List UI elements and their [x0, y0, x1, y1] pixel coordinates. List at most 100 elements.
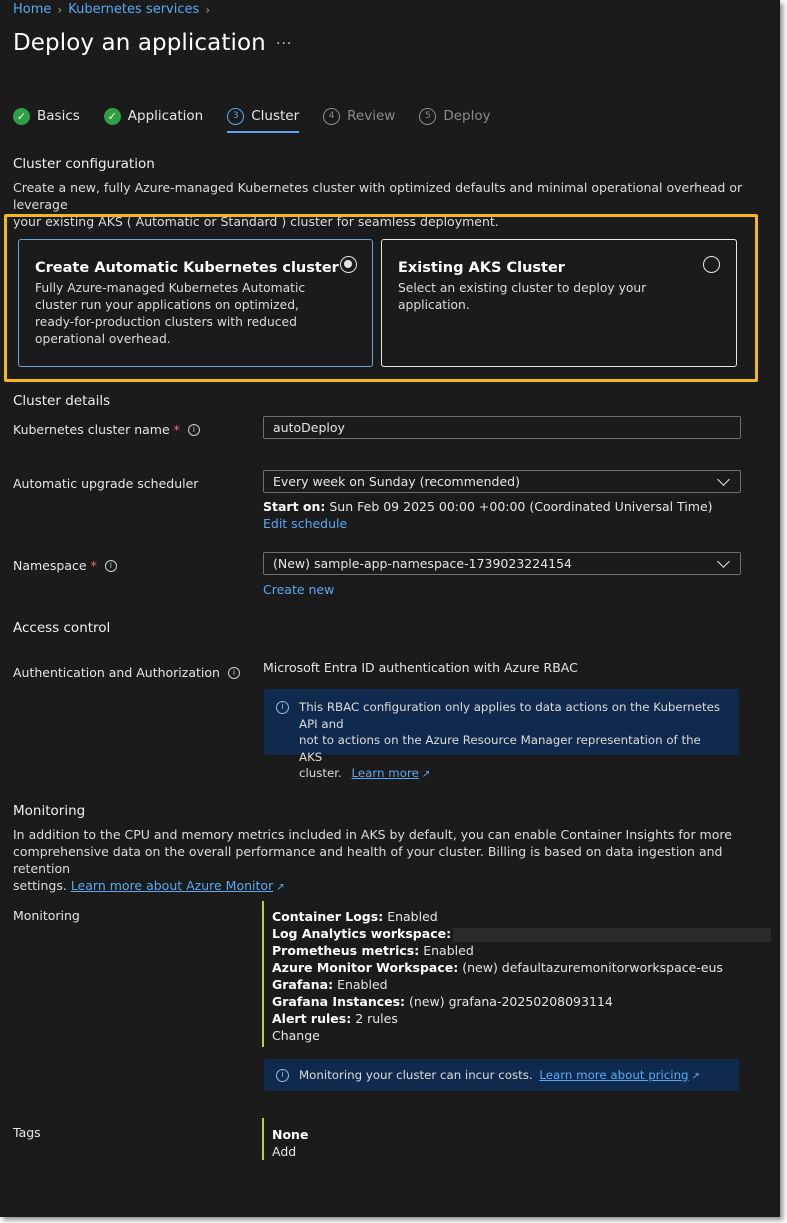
step-number-icon: 5 — [419, 107, 437, 125]
grafana-line: Grafana: Enabled — [272, 976, 771, 993]
step-number-icon: 4 — [323, 107, 341, 125]
more-options-button[interactable]: ··· — [276, 36, 292, 52]
input-value: autoDeploy — [273, 420, 345, 435]
description-line: In addition to the CPU and memory metric… — [13, 827, 732, 842]
upgrade-scheduler-label: Automatic upgrade scheduler — [13, 476, 199, 491]
key: Container Logs: — [272, 909, 384, 924]
info-line: This RBAC configuration only applies to … — [299, 700, 721, 731]
key: Grafana Instances: — [272, 994, 406, 1009]
monitoring-label: Monitoring — [13, 908, 80, 923]
info-text: This RBAC configuration only applies to … — [299, 699, 727, 780]
step-label: Cluster — [251, 108, 300, 124]
add-tags-link[interactable]: Add — [272, 1143, 308, 1160]
monitoring-heading: Monitoring — [13, 803, 86, 819]
tab-review[interactable]: 4 Review — [323, 105, 395, 127]
tab-deploy[interactable]: 5 Deploy — [419, 105, 491, 127]
radio-selected-icon[interactable] — [340, 256, 357, 273]
checkmark-icon: ✓ — [103, 107, 121, 125]
cluster-name-label: Kubernetes cluster name * i — [13, 422, 200, 437]
access-control-heading: Access control — [13, 620, 111, 636]
learn-more-pricing-link[interactable]: Learn more about pricing — [539, 1068, 688, 1082]
card-title: Existing AKS Cluster — [398, 260, 565, 276]
description-line: comprehensive data on the overall perfor… — [13, 844, 723, 876]
start-on-text: Start on: Sun Feb 09 2025 00:00 +00:00 (… — [263, 499, 713, 514]
monitoring-description: In addition to the CPU and memory metric… — [13, 826, 773, 896]
info-icon[interactable]: i — [227, 666, 240, 679]
breadcrumb-home[interactable]: Home — [13, 2, 51, 17]
info-icon[interactable]: i — [187, 423, 200, 436]
cluster-name-input[interactable]: autoDeploy — [263, 416, 741, 439]
chevron-down-icon — [717, 554, 730, 568]
existing-aks-cluster-card[interactable]: Existing AKS Cluster Select an existing … — [381, 239, 737, 367]
start-on-label: Start on: — [263, 499, 326, 514]
edit-schedule-link[interactable]: Edit schedule — [263, 516, 347, 531]
external-link-icon: ↗ — [276, 882, 285, 893]
card-description: Select an existing cluster to deploy you… — [398, 281, 647, 312]
tab-basics[interactable]: ✓ Basics — [13, 105, 80, 127]
info-text: Monitoring your cluster can incur costs.… — [299, 1067, 700, 1083]
step-number-icon: 3 — [227, 107, 245, 125]
namespace-select[interactable]: (New) sample-app-namespace-1739023224154 — [263, 552, 741, 575]
required-marker: * — [173, 422, 180, 437]
card-description: Fully Azure-managed Kubernetes Automatic… — [35, 281, 306, 346]
key: Alert rules: — [272, 1011, 352, 1026]
chevron-right-icon: › — [205, 2, 211, 17]
chevron-down-icon — [717, 472, 730, 486]
create-automatic-cluster-card[interactable]: Create Automatic Kubernetes cluster Full… — [18, 239, 373, 367]
external-link-icon: ↗ — [421, 769, 431, 780]
info-icon: i — [276, 701, 289, 714]
tags-label: Tags — [13, 1125, 41, 1140]
upgrade-scheduler-select[interactable]: Every week on Sunday (recommended) — [263, 470, 741, 493]
azure-monitor-workspace-line: Azure Monitor Workspace: (new) defaultaz… — [272, 959, 771, 976]
select-value: Every week on Sunday (recommended) — [273, 474, 520, 489]
external-link-icon: ↗ — [691, 1071, 700, 1082]
info-icon[interactable]: i — [104, 559, 117, 572]
card-title: Create Automatic Kubernetes cluster — [35, 260, 339, 276]
info-line: not to actions on the Azure Resource Man… — [299, 733, 701, 764]
auth-value: Microsoft Entra ID authentication with A… — [263, 660, 578, 675]
learn-more-link[interactable]: Learn more — [352, 766, 419, 780]
value: Enabled — [337, 977, 388, 992]
value: (new) defaultazuremonitorworkspace-eus — [462, 960, 723, 975]
key: Azure Monitor Workspace: — [272, 960, 459, 975]
key: Prometheus metrics: — [272, 943, 420, 958]
description-text: settings. — [13, 878, 67, 893]
tab-application[interactable]: ✓ Application — [103, 105, 204, 127]
info-line-text: cluster. — [299, 766, 342, 780]
redacted-value — [453, 927, 772, 942]
info-line-text: Monitoring your cluster can incur costs. — [299, 1068, 533, 1082]
label-text: Namespace — [13, 558, 87, 573]
cluster-details-heading: Cluster details — [13, 393, 111, 409]
step-label: Application — [127, 108, 204, 124]
description-line: Create a new, fully Azure-managed Kubern… — [13, 180, 743, 212]
radio-unselected-icon[interactable] — [703, 256, 720, 273]
learn-more-azure-monitor-link[interactable]: Learn more about Azure Monitor — [71, 878, 273, 893]
tab-cluster[interactable]: 3 Cluster — [227, 105, 300, 133]
checkmark-icon: ✓ — [13, 107, 30, 125]
tags-value: None — [272, 1126, 308, 1143]
chevron-right-icon: › — [57, 2, 63, 17]
monitoring-summary: Container Logs: Enabled Log Analytics wo… — [262, 901, 772, 1047]
tags-summary: None Add — [262, 1118, 308, 1160]
create-new-namespace-link[interactable]: Create new — [263, 582, 334, 597]
log-analytics-line: Log Analytics workspace: — [272, 925, 772, 942]
container-logs-line: Container Logs: Enabled — [272, 908, 771, 925]
breadcrumb-kubernetes-services[interactable]: Kubernetes services — [68, 2, 199, 17]
rbac-info-box: i This RBAC configuration only applies t… — [264, 689, 739, 780]
step-label: Deploy — [443, 108, 491, 124]
page-title: Deploy an application — [13, 30, 266, 56]
wizard-steps: ✓ Basics ✓ Application 3 Cluster 4 Revie… — [13, 103, 515, 133]
cluster-configuration-heading: Cluster configuration — [13, 156, 155, 172]
namespace-label: Namespace * i — [13, 558, 117, 573]
step-label: Review — [347, 108, 396, 124]
info-line: cluster. Learn more ↗ — [299, 765, 727, 784]
key: Grafana: — [272, 977, 334, 992]
auth-label: Authentication and Authorization i — [13, 665, 240, 680]
change-monitoring-link[interactable]: Change — [272, 1027, 771, 1044]
value: None — [272, 1127, 309, 1142]
grafana-instances-line: Grafana Instances: (new) grafana-2025020… — [272, 993, 771, 1010]
start-on-value: Sun Feb 09 2025 00:00 +00:00 (Coordinate… — [329, 499, 713, 514]
value: Enabled — [423, 943, 474, 958]
required-marker: * — [90, 558, 97, 573]
prometheus-line: Prometheus metrics: Enabled — [272, 942, 771, 959]
